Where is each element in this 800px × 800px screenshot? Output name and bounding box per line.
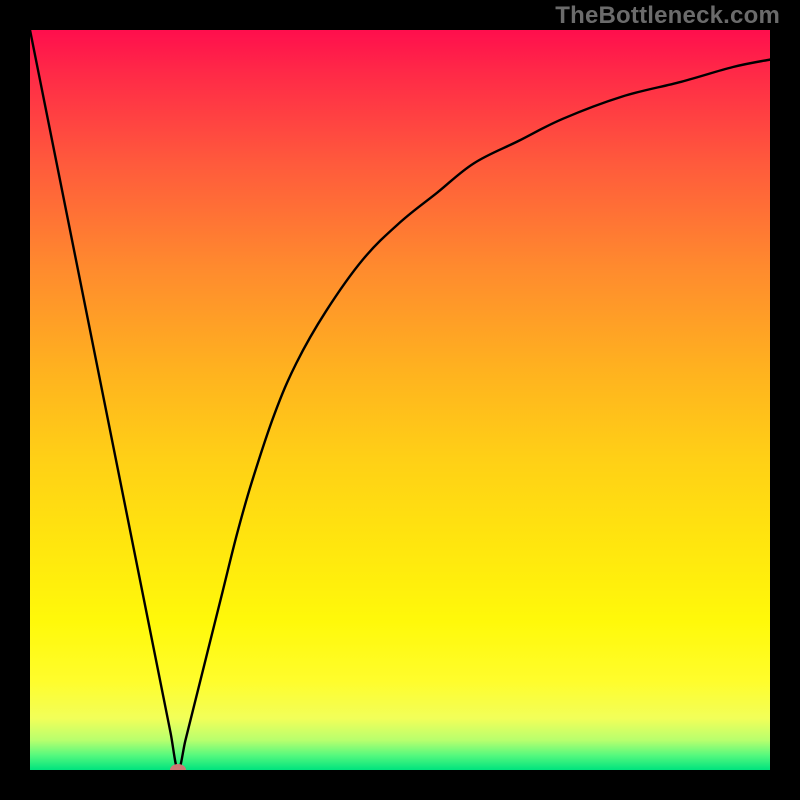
bottleneck-curve: [30, 30, 770, 770]
optimal-point-marker: [170, 764, 186, 770]
plot-area: [30, 30, 770, 770]
watermark-text: TheBottleneck.com: [555, 2, 780, 30]
chart-frame: TheBottleneck.com: [0, 0, 800, 800]
curve-svg: [30, 30, 770, 770]
